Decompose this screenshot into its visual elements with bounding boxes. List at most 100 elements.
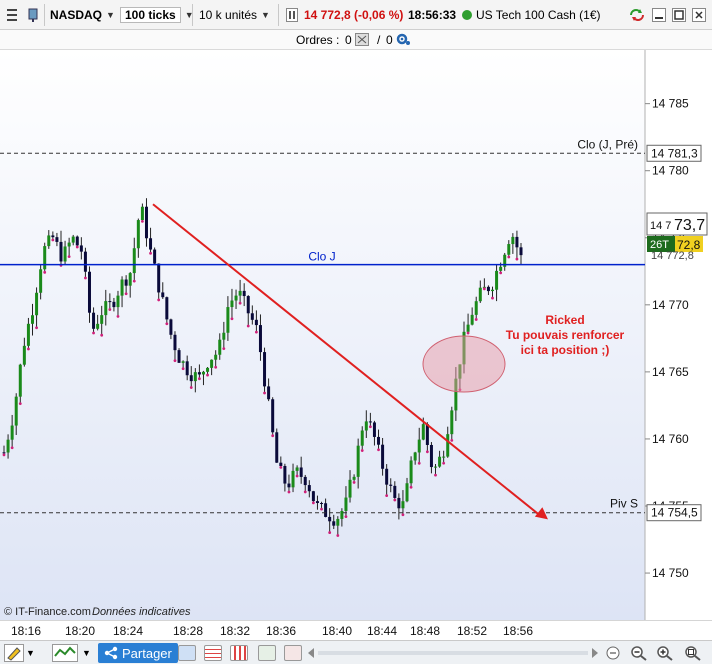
list-icon[interactable] xyxy=(204,643,222,663)
candle-body xyxy=(311,491,315,502)
draw-pencil-icon[interactable] xyxy=(4,643,24,663)
time-tick: 18:24 xyxy=(112,624,144,638)
units-selector[interactable]: 10 k unités ▼ xyxy=(199,4,270,26)
candle-body xyxy=(360,430,364,446)
candle-body xyxy=(214,354,218,360)
candle-body xyxy=(307,485,311,492)
screenshot-icon[interactable] xyxy=(178,643,196,663)
tick-marker xyxy=(352,481,356,484)
candle-body xyxy=(230,300,234,308)
tick-marker xyxy=(67,255,71,259)
zoom-in-icon[interactable] xyxy=(656,643,674,663)
candle-body xyxy=(250,313,254,320)
candle-body xyxy=(226,307,230,333)
chart-zoom-icon[interactable] xyxy=(258,643,276,663)
candle-body xyxy=(417,439,421,453)
tick-marker xyxy=(279,465,283,469)
minimize-icon[interactable] xyxy=(652,4,666,26)
zoom-reset-icon[interactable] xyxy=(604,643,622,663)
fit-icon[interactable] xyxy=(684,643,702,663)
tick-marker xyxy=(336,534,340,537)
candle-body xyxy=(116,295,120,308)
candle-body xyxy=(446,434,450,457)
candle-body xyxy=(515,236,519,248)
tick-marker xyxy=(385,494,389,498)
tick-marker xyxy=(491,296,494,300)
refresh-icon[interactable] xyxy=(628,4,646,26)
chevron-down-icon[interactable]: ▼ xyxy=(26,643,35,663)
candle-body xyxy=(185,361,189,376)
pause-icon[interactable] xyxy=(286,4,298,26)
symbol-selector[interactable]: NASDAQ ▼ xyxy=(50,4,115,26)
scroll-right-icon[interactable] xyxy=(590,643,600,663)
tick-marker xyxy=(254,330,258,334)
candle-body xyxy=(132,248,136,274)
ticks-selector[interactable]: 100 ticks ▼ xyxy=(120,4,194,26)
candle-body xyxy=(87,271,91,313)
tick-marker xyxy=(499,271,503,275)
bottom-toolbar: ▼ ▼ Partager xyxy=(0,640,712,664)
piv-s-value: 14 754,5 xyxy=(651,506,698,520)
candle-body xyxy=(96,323,100,329)
tick-marker xyxy=(108,308,112,311)
tick-marker xyxy=(328,531,332,534)
candle-body xyxy=(291,470,295,488)
candle-body xyxy=(478,287,482,302)
orders-sell-count: 0 xyxy=(386,33,393,47)
candle-body xyxy=(470,314,474,325)
menu-icon[interactable] xyxy=(6,4,18,26)
time-tick: 18:52 xyxy=(456,624,488,638)
alert-icon[interactable] xyxy=(284,643,302,663)
chart-type-icon[interactable] xyxy=(52,643,78,663)
close-icon[interactable] xyxy=(692,4,706,26)
candle-body xyxy=(10,425,14,440)
calc-icon[interactable] xyxy=(230,643,248,663)
candle-body xyxy=(466,324,470,332)
candle-body xyxy=(385,468,389,485)
orders-buy-icon[interactable] xyxy=(355,33,369,49)
candle-body xyxy=(389,484,393,486)
share-button[interactable]: Partager xyxy=(98,643,178,663)
tick-marker xyxy=(344,515,348,518)
candle-body xyxy=(43,246,47,270)
maximize-icon[interactable] xyxy=(672,4,686,26)
candle-body xyxy=(336,518,340,526)
tick-marker xyxy=(450,438,454,442)
price-chart[interactable]: 14 78514 78014 77514 77014 76514 76014 7… xyxy=(0,50,712,620)
tick-marker xyxy=(442,461,446,465)
current-price-big: 73,7 xyxy=(674,217,705,234)
piv-s-label: Piv S xyxy=(610,497,638,511)
clo-prev-value: 14 781,3 xyxy=(651,146,698,160)
tick-marker xyxy=(393,498,397,502)
tick-marker xyxy=(141,219,144,223)
candle-body xyxy=(181,361,185,363)
candle-body xyxy=(442,456,446,458)
time-axis: 18:16 18:20 18:24 18:28 18:32 18:36 18:4… xyxy=(0,620,712,640)
gear-icon[interactable] xyxy=(395,32,411,50)
tick-marker xyxy=(149,251,152,255)
chart-toolbar: NASDAQ ▼ 100 ticks ▼ 10 k unités ▼ 14 77… xyxy=(0,0,712,30)
time-tick: 18:40 xyxy=(321,624,353,638)
candle-body xyxy=(405,483,409,502)
tick-marker xyxy=(100,333,104,337)
tick-marker xyxy=(92,331,95,335)
scrollbar-track[interactable] xyxy=(318,643,588,663)
candle-body xyxy=(328,516,332,522)
candle-body xyxy=(124,279,128,286)
annotation-line-3: ici ta position ;) xyxy=(521,343,610,357)
zoom-out-icon[interactable] xyxy=(630,643,648,663)
candle-body xyxy=(368,421,372,423)
tick-marker xyxy=(157,298,161,302)
candle-body xyxy=(491,289,495,292)
copyright: © IT-Finance.com xyxy=(4,606,91,618)
pin-icon[interactable] xyxy=(26,4,40,26)
candle-body xyxy=(450,410,454,435)
tick-marker xyxy=(132,279,136,283)
chevron-down-icon[interactable]: ▼ xyxy=(82,643,91,663)
candle-body xyxy=(206,367,210,372)
price-tick-label: 14 780 xyxy=(652,164,689,178)
scroll-left-icon[interactable] xyxy=(306,643,316,663)
orders-bar: Ordres : 0 / 0 xyxy=(0,30,712,50)
candle-body xyxy=(112,301,116,308)
candle-body xyxy=(344,497,348,511)
